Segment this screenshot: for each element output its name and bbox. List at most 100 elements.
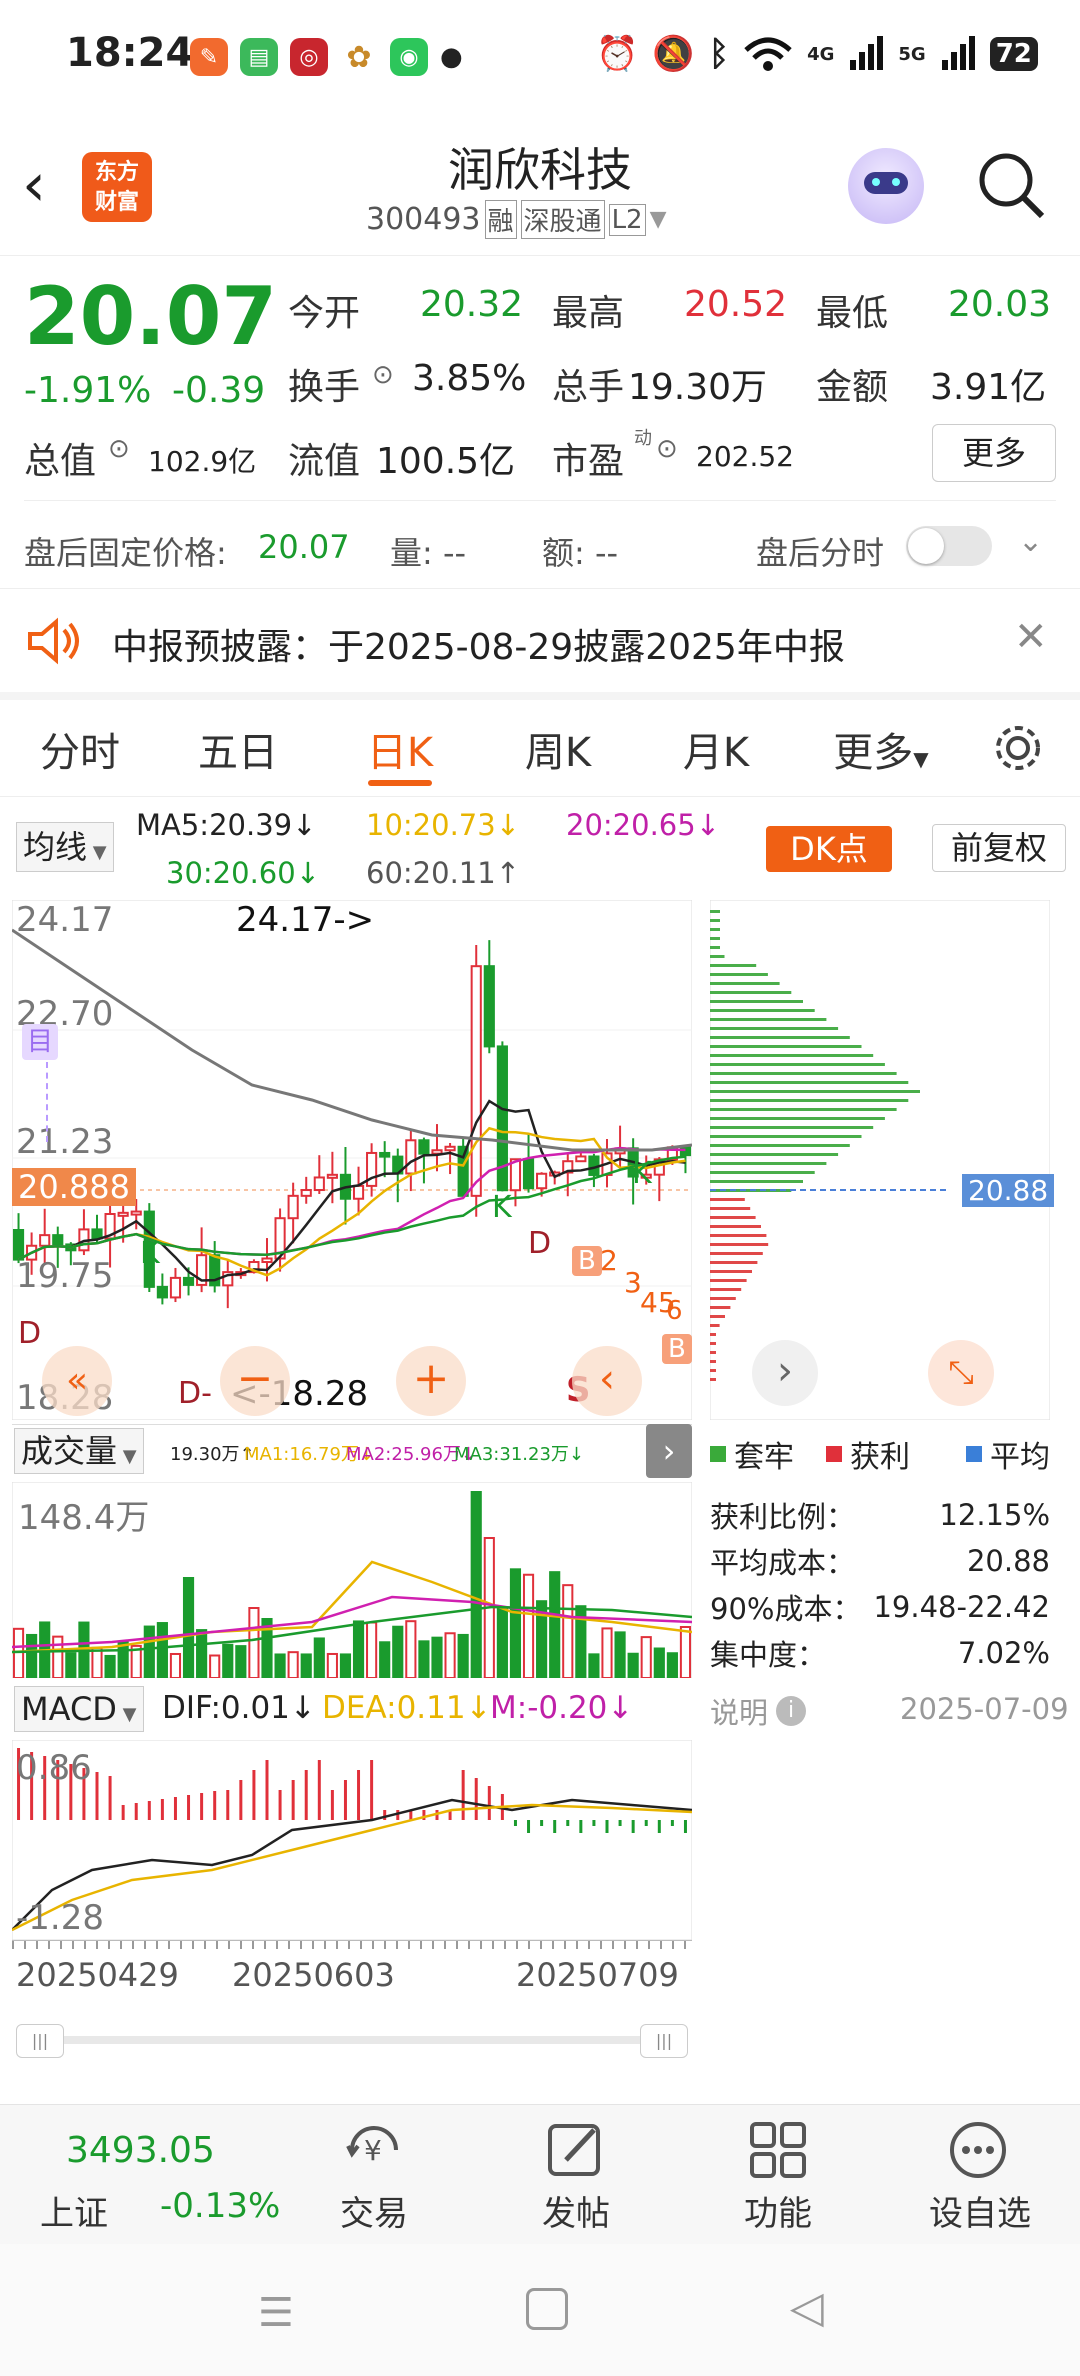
gear-icon[interactable] [990,720,1046,776]
macd-chart[interactable] [12,1740,692,1940]
legend-swatch-profit [826,1446,842,1462]
chip-bar [710,1063,885,1066]
panel-toggle-button[interactable]: › [646,1424,692,1478]
chip-distribution-chart[interactable] [710,900,1050,1420]
legend-average: 平均 [990,1440,1050,1475]
signal-k: K [632,1156,652,1191]
adjust-button[interactable]: 前复权 [932,824,1066,872]
speaker-icon [28,617,79,665]
after-hours-price: 20.07 [258,528,350,566]
info-icon[interactable]: ⊙ [108,434,130,464]
macd-selector[interactable]: MACD ▼ [14,1686,144,1732]
ma-selector[interactable]: 均线 ▼ [16,822,114,872]
nav-trade[interactable]: 交易 [314,2186,434,2235]
volume-bar [588,1653,600,1678]
wechat-icon: ◉ [390,38,428,76]
ma5-label: MA5:20.39↓ [136,808,317,842]
macd-bottom-label: -1.28 [16,1898,104,1938]
chip-bar [710,1234,767,1237]
info-icon[interactable]: ⊙ [372,360,394,390]
range-handle-right[interactable]: ||| [640,2024,688,2058]
chip-next-button[interactable]: › [752,1340,818,1406]
signal-2: 2 [600,1244,618,1277]
after-hours-toggle[interactable] [906,526,992,566]
tab-more[interactable]: 更多▼ [826,720,936,778]
network-4g-label: 4G [807,43,835,65]
tab-monthly-k[interactable]: 月K [656,720,776,778]
menu-icon[interactable]: ☰ [258,2290,294,2336]
index-value[interactable]: 3493.05 [66,2130,215,2171]
signal-6: 6 [666,1296,683,1326]
macd-top-label: 0.86 [16,1748,92,1788]
info-icon: i [776,1696,807,1726]
stock-code-row[interactable]: 300493 融 深股通 L2 ▼ [366,200,667,239]
turnover-value: 3.85% [412,358,527,399]
y-label-4: 19.75 [16,1256,114,1296]
chip-bar [710,1009,815,1012]
chip-bar [710,1243,769,1246]
volume-bar [418,1640,430,1678]
nav-post[interactable]: 发帖 [516,2186,636,2235]
robot-assistant-icon[interactable] [848,148,924,224]
volume-bar [496,1606,508,1678]
event-mark[interactable]: 目 [22,1024,58,1060]
expand-icon[interactable]: ⤡ [928,1340,994,1406]
index-name[interactable]: 上证 [40,2186,108,2235]
kline-chart[interactable] [12,900,692,1420]
scroll-left-fast-button[interactable]: « [42,1346,112,1416]
trade-icon[interactable]: ¥ [340,2118,410,2182]
chip-bar [710,1351,716,1354]
volume-bar [549,1571,561,1678]
x-label-2: 20250603 [232,1956,395,1994]
close-icon[interactable]: ✕ [1014,614,1048,660]
legend-swatch-average [966,1446,982,1462]
info-icon[interactable]: ⊙ [656,434,678,464]
notice-text[interactable]: 中报预披露：于2025-08-29披露2025年中报 [112,618,845,670]
ma60-label: 60:20.11↑ [366,856,520,890]
grid-icon[interactable] [746,2118,810,2182]
volume-bar [431,1636,443,1678]
x-label-3: 20250709 [516,1956,679,1994]
volume-bar [222,1643,234,1678]
signal-icon [850,36,884,70]
chip-bar [710,1315,725,1318]
more-button[interactable]: 更多 [932,424,1056,482]
volume-bar [392,1625,404,1678]
search-icon[interactable] [976,150,1046,220]
volume-selector[interactable]: 成交量 ▼ [14,1428,144,1474]
after-hours-toggle-label: 盘后分时 [756,534,885,572]
stock-code: 300493 [366,202,481,237]
volume-bar [614,1631,626,1678]
chevron-down-icon[interactable]: ⌄ [1018,524,1043,559]
volume-bar [182,1577,195,1678]
nav-functions[interactable]: 功能 [718,2186,838,2235]
volume-bar [457,1633,469,1678]
profit-ratio-value: 12.15% [939,1498,1050,1532]
zoom-out-button[interactable]: − [220,1346,290,1416]
range-handle-left[interactable]: ||| [16,2024,64,2058]
index-change[interactable]: -0.13% [160,2186,280,2226]
notification-icons: ✎ ▤ ◎ ✿ ◉ ● [190,38,463,76]
scroll-left-button[interactable]: ‹ [572,1346,642,1416]
dk-point-button[interactable]: DK点 [766,826,892,872]
post-icon[interactable] [544,2118,608,2182]
home-icon[interactable] [526,2288,568,2330]
back-nav-icon[interactable]: ◁ [790,2282,824,2333]
chip-note[interactable]: 说明 i [710,1690,807,1732]
tab-intraday[interactable]: 分时 [20,720,140,778]
volume-bar [601,1627,613,1678]
ma20-label: 20:20.65↓ [566,808,720,842]
volume-bar [562,1584,574,1678]
bank-app-icon: ◎ [290,38,328,76]
concentration-value: 7.02% [957,1636,1050,1670]
tab-five-day[interactable]: 五日 [178,720,298,778]
tab-daily-k[interactable]: 日K [340,720,460,778]
volume-bar [65,1652,77,1678]
tab-weekly-k[interactable]: 周K [498,720,618,778]
more-options-icon[interactable] [946,2118,1010,2182]
nav-add-watchlist[interactable]: 设自选 [910,2186,1050,2235]
volume-bar [352,1620,365,1678]
zoom-in-button[interactable]: + [396,1346,466,1416]
volume-bar [104,1654,116,1678]
signal-d: D [528,1226,552,1261]
